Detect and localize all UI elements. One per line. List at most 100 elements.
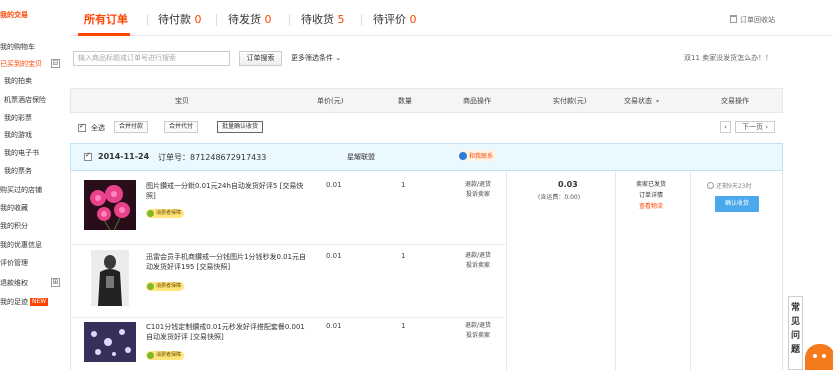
refund-link[interactable]: 退款/退货 — [458, 180, 498, 190]
item-actions: 退款/退货 投诉卖家 — [458, 180, 498, 200]
column-header-item-actions: 商品操作 — [463, 97, 491, 105]
sidebar-item[interactable]: 我的游戏 — [4, 128, 32, 142]
shield-icon — [147, 352, 154, 359]
sidebar-item[interactable]: 我的交易 — [0, 8, 28, 22]
sidebar-item-label: 退款维权 — [0, 279, 28, 287]
item-actions: 退款/退货 投诉卖家 — [458, 251, 498, 271]
order-date: 2014-11-24 — [98, 152, 150, 161]
divider — [506, 171, 507, 370]
merge-pay-button[interactable]: 合并付款 — [114, 121, 149, 133]
order-search-button[interactable]: 订单搜索 — [239, 51, 282, 66]
complain-link[interactable]: 投诉卖家 — [458, 261, 498, 271]
item-quantity: 1 — [401, 322, 406, 330]
next-page-button[interactable]: 下一页 › — [735, 121, 775, 133]
item-quantity: 1 — [401, 181, 406, 189]
sidebar-item-label: 我的交易 — [0, 11, 28, 19]
sidebar-item[interactable]: 购买过的店铺 — [0, 183, 42, 197]
merge-proxy-pay-button[interactable]: 合并代付 — [164, 121, 199, 133]
tab-pending-receipt[interactable]: 待收货 5 — [301, 12, 345, 28]
sidebar-item[interactable]: 我的拍卖 — [4, 74, 32, 88]
sidebar-item-label: 我的拍卖 — [4, 77, 32, 85]
tab-separator — [289, 14, 290, 26]
paid-amount: 0.03 — [558, 180, 578, 189]
clock-icon — [707, 182, 714, 189]
sidebar-item[interactable]: 我的优惠信息 — [0, 238, 42, 252]
item-thumbnail[interactable] — [84, 180, 136, 230]
sidebar: 我的交易我的购物车已买到的宝贝 ⊟ 我的拍卖机票酒店保险 我的彩票我的游戏我的电子书我… — [0, 0, 66, 370]
refund-link[interactable]: 退款/退货 — [458, 251, 498, 261]
shield-icon — [147, 283, 154, 290]
column-header-item: 宝贝 — [175, 97, 189, 105]
trash-icon — [730, 15, 737, 23]
item-price: 0.01 — [326, 181, 342, 189]
shield-icon — [147, 210, 154, 217]
expand-toggle-icon[interactable]: ⊟ — [51, 59, 60, 68]
column-header-status[interactable]: 交易状态 ▾ — [624, 96, 659, 106]
sidebar-item[interactable]: 我的足迹 NEW — [0, 295, 49, 309]
auto-confirm-countdown: 还剩9天23时 — [707, 181, 751, 190]
order-checkbox[interactable] — [84, 151, 92, 161]
select-all-checkbox[interactable] — [78, 122, 86, 132]
sidebar-item[interactable]: 我的票务 — [4, 164, 32, 178]
divider — [615, 171, 616, 370]
sidebar-item[interactable]: 我的收藏 — [0, 201, 28, 215]
complain-link[interactable]: 投诉卖家 — [458, 190, 498, 200]
order-search-input[interactable]: 输入商品标题或订单号进行搜索 — [73, 51, 230, 66]
new-badge: NEW — [30, 298, 49, 306]
item-price: 0.01 — [326, 322, 342, 330]
column-header-price: 单价(元) — [317, 97, 344, 105]
sidebar-item-label: 我的彩票 — [4, 114, 32, 122]
chevron-down-icon: ▾ — [656, 98, 660, 105]
tab-pending-review[interactable]: 待评价 0 — [373, 12, 417, 28]
faq-char: 问 — [790, 331, 800, 341]
item-price: 0.01 — [326, 252, 342, 260]
tab-active-indicator — [78, 33, 130, 36]
shop-name-link[interactable]: 星耀联盟 — [347, 152, 375, 162]
item-thumbnail[interactable] — [84, 322, 136, 362]
recycle-bin-link[interactable]: 订单回收站 — [730, 15, 775, 25]
shipping-fee-note: (含运费：0.00) — [538, 194, 581, 201]
contact-seller-button[interactable]: 和我联系 — [458, 150, 497, 161]
sidebar-item-label: 我的优惠信息 — [0, 241, 42, 249]
tab-separator — [216, 14, 217, 26]
divider — [690, 171, 691, 370]
sidebar-item[interactable]: 我的积分 — [0, 219, 28, 233]
sidebar-item-label: 机票酒店保险 — [4, 96, 46, 104]
sidebar-item[interactable]: 退款维权 — [0, 276, 28, 290]
column-header-paid: 实付款(元) — [553, 97, 587, 105]
item-title-link[interactable]: C101分钱定制鑽戒0.01元秒发好评搭配套餐0.001自动发货好评 [交易快照… — [146, 322, 308, 342]
item-quantity: 1 — [401, 252, 406, 260]
sidebar-item[interactable]: 我的彩票 — [4, 111, 32, 125]
order-details-link[interactable]: 订单详情 — [623, 190, 679, 201]
tab-pending-payment[interactable]: 待付款 0 — [158, 12, 202, 28]
batch-confirm-receipt-button[interactable]: 批量确认收货 — [217, 121, 264, 133]
confirm-receipt-button[interactable]: 确认收货 — [715, 196, 759, 212]
mascot-icon[interactable] — [805, 344, 833, 370]
tab-separator — [147, 14, 148, 26]
item-title-link[interactable]: 图片鑽戒一分鈚0.01元24h自动发货好评5 [交易快照] — [146, 181, 308, 201]
sidebar-item[interactable]: 已买到的宝贝 — [0, 57, 42, 71]
divider — [71, 244, 506, 245]
tab-pending-shipment[interactable]: 待发货 0 — [228, 12, 272, 28]
tab-all-orders[interactable]: 所有订单 — [84, 12, 128, 28]
expand-toggle-icon[interactable]: ⊞ — [51, 278, 60, 287]
sidebar-item[interactable]: 机票酒店保险 — [4, 93, 46, 107]
more-filters-toggle[interactable]: 更多筛选条件 ⌄ — [291, 53, 341, 63]
complain-link[interactable]: 投诉卖家 — [458, 331, 498, 341]
notice-link[interactable]: 双11 卖家没发货怎么办！！ — [684, 53, 772, 63]
item-thumbnail[interactable] — [91, 250, 129, 306]
sidebar-item[interactable]: 我的购物车 — [0, 40, 35, 54]
prev-page-button[interactable]: ‹ — [720, 121, 731, 133]
sidebar-item[interactable]: 我的电子书 — [4, 146, 39, 160]
order-number: 订单号：871248672917433 — [158, 153, 267, 162]
column-header-quantity: 数量 — [398, 97, 412, 105]
faq-floating-button[interactable]: 常 见 问 题 — [788, 296, 803, 370]
column-header-actions: 交易操作 — [721, 97, 749, 105]
refund-link[interactable]: 退款/退货 — [458, 321, 498, 331]
view-logistics-link[interactable]: 查看物流 — [623, 201, 679, 212]
item-title-link[interactable]: 迅雷会员手机商鑽戒一分钱图片1分钱秒发0.01元自动发货好评195 [交易快照] — [146, 252, 308, 272]
item-actions: 退款/退货 投诉卖家 — [458, 321, 498, 341]
guarantee-badge: 消费者保障 — [146, 209, 185, 218]
sidebar-item[interactable]: 评价管理 — [0, 256, 28, 270]
faq-char: 常 — [790, 303, 800, 313]
